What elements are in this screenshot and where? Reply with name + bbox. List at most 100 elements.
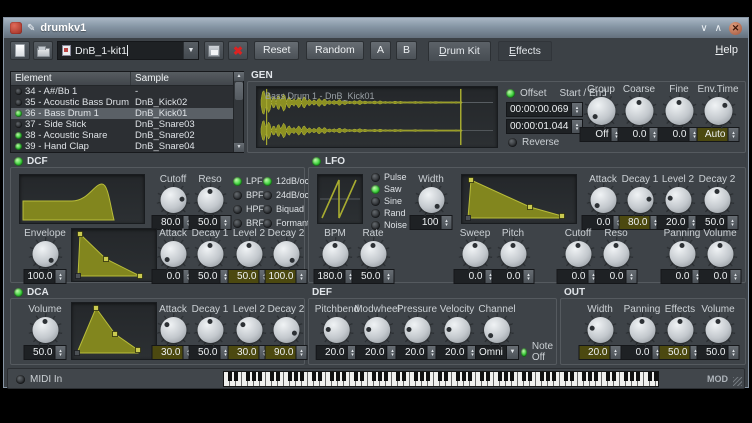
dcf-envelope-spinbox[interactable]: 100.0 [24,269,67,284]
list-item[interactable]: 35 - Acoustic Bass DrumDnB_Kick02 [11,97,243,108]
list-item[interactable]: 39 - Hand ClapDnB_Snare04 [11,141,243,152]
lfo-width-spinbox[interactable]: 100 [410,215,453,230]
radio-bpf[interactable]: BPF [233,190,264,200]
radio-brf[interactable]: BRF [233,218,264,228]
reso-knob[interactable] [197,187,223,213]
tab-drum-kit[interactable]: Drum Kit [428,41,491,61]
env-handle[interactable] [138,274,143,279]
lfo-led[interactable] [312,157,321,166]
list-item[interactable]: 37 - Side StickDnB_Snare03 [11,119,243,130]
lfo-cutoff-spinbox[interactable]: 0.0 [557,269,600,284]
spin-buttons-icon[interactable] [626,270,637,283]
env-handle[interactable] [94,306,99,311]
save-preset-button[interactable] [204,41,224,60]
spin-buttons-icon[interactable] [55,346,66,359]
dca-envelope-display[interactable] [71,302,157,360]
lfo-pitch-spinbox[interactable]: 0.0 [492,269,535,284]
lfo-width-knob[interactable] [418,187,444,213]
lfo-rate-spinbox[interactable]: 50.0 [352,269,395,284]
spin-buttons-icon[interactable] [610,346,621,359]
lfo-shape-display[interactable] [317,174,363,224]
minimize-icon[interactable]: ∨ [700,22,707,35]
dropdown-arrow-icon[interactable]: ▼ [506,346,518,359]
lfo-panning-spinbox[interactable]: 0.0 [661,269,704,284]
spin-buttons-icon[interactable] [730,270,741,283]
out-panning-spinbox[interactable]: 0.0 [621,345,664,360]
preset-combobox[interactable]: DnB_1-kit1 ▼ [57,41,199,60]
envtime-spinbox[interactable]: Auto [697,127,740,142]
modwheel-knob[interactable] [364,317,390,343]
env-handle[interactable] [104,257,109,262]
envtime-knob[interactable] [704,97,732,125]
note-off-toggle[interactable]: Note Off [521,341,556,363]
column-element[interactable]: Element [11,72,131,85]
lfo-volume-knob[interactable] [707,241,733,267]
resize-grip-icon[interactable] [733,377,742,386]
offset-end-field[interactable]: 00:00:01.044 [506,119,583,134]
dca-volume-knob[interactable] [32,317,58,343]
scroll-up-icon[interactable]: ▲ [234,72,244,81]
offset-start-field[interactable]: 00:00:00.069 [506,102,583,117]
lfo-bpm-spinbox[interactable]: 180.0 [314,269,357,284]
spin-buttons-icon[interactable] [523,270,534,283]
dca-level2-knob[interactable] [236,317,262,343]
group-knob[interactable] [587,97,615,125]
lfo-decay2-knob[interactable] [704,187,730,213]
maximize-icon[interactable]: ∧ [715,22,722,35]
out-effects-knob[interactable] [667,317,693,343]
spin-buttons-icon[interactable] [296,270,307,283]
radio-biquad[interactable]: Biquad [263,204,312,214]
lfo-decay1-knob[interactable] [627,187,653,213]
spin-buttons-icon[interactable] [296,346,307,359]
radio-sine[interactable]: Sine [371,196,407,206]
bank-a-button[interactable]: A [370,41,391,60]
radio-12db-oct[interactable]: 12dB/oct [263,176,312,186]
radio-hpf[interactable]: HPF [233,204,264,214]
fine-spinbox[interactable]: 0.0 [658,127,701,142]
lfo-panning-knob[interactable] [669,241,695,267]
out-width-knob[interactable] [587,317,613,343]
lfo-reso-spinbox[interactable]: 0.0 [595,269,638,284]
lfo-rate-knob[interactable] [360,241,386,267]
preset-name-input[interactable]: DnB_1-kit1 [75,45,183,57]
spin-buttons-icon[interactable] [441,216,452,229]
channel-dropdown[interactable]: Omni▼ [475,345,519,360]
column-sample[interactable]: Sample [131,72,243,85]
close-icon[interactable]: ✕ [729,22,742,35]
radio-pulse[interactable]: Pulse [371,172,407,182]
lfo-attack-knob[interactable] [590,187,616,213]
env-handle[interactable] [560,214,565,219]
lfo-cutoff-knob[interactable] [565,241,591,267]
dcf-led[interactable] [14,157,23,166]
list-item[interactable]: 38 - Acoustic SnareDnB_Snare02 [11,130,243,141]
env-handle[interactable] [469,178,474,183]
radio-saw[interactable]: Saw [371,184,407,194]
title-bar[interactable]: ✎ drumkv1 ∨ ∧ ✕ [4,18,748,38]
dca-decay1-knob[interactable] [197,317,223,343]
reset-button[interactable]: Reset [254,41,299,60]
pitchbend-knob[interactable] [324,317,350,343]
env-handle[interactable] [113,332,118,337]
dca-attack-knob[interactable] [160,317,186,343]
dcf-attack-knob[interactable] [160,241,186,267]
dcf-decay2-knob[interactable] [273,241,299,267]
out-volume-spinbox[interactable]: 50.0 [697,345,740,360]
list-item-selected[interactable]: 36 - Bass Drum 1DnB_Kick01 [11,108,243,119]
coarse-knob[interactable] [625,97,653,125]
env-handle[interactable] [78,232,83,237]
list-item[interactable]: 34 - A#/Bb 1- [11,86,243,97]
reverse-toggle[interactable]: Reverse [508,137,559,148]
list-scrollbar[interactable]: ▲ ▼ [233,72,243,152]
dcf-decay1-spinbox[interactable]: 50.0 [189,269,232,284]
lfo-volume-spinbox[interactable]: 0.0 [699,269,742,284]
pressure-knob[interactable] [404,317,430,343]
lfo-sweep-spinbox[interactable]: 0.0 [454,269,497,284]
midi-in-indicator[interactable]: MIDI In [16,374,62,385]
radio-formant[interactable]: Formant [263,218,312,228]
env-handle[interactable] [528,205,533,210]
dcf-envelope-knob[interactable] [32,241,58,267]
out-volume-knob[interactable] [705,317,731,343]
dca-volume-spinbox[interactable]: 50.0 [24,345,67,360]
dcf-decay2-spinbox[interactable]: 100.0 [265,269,308,284]
pressure-spinbox[interactable]: 20.0 [396,345,439,360]
